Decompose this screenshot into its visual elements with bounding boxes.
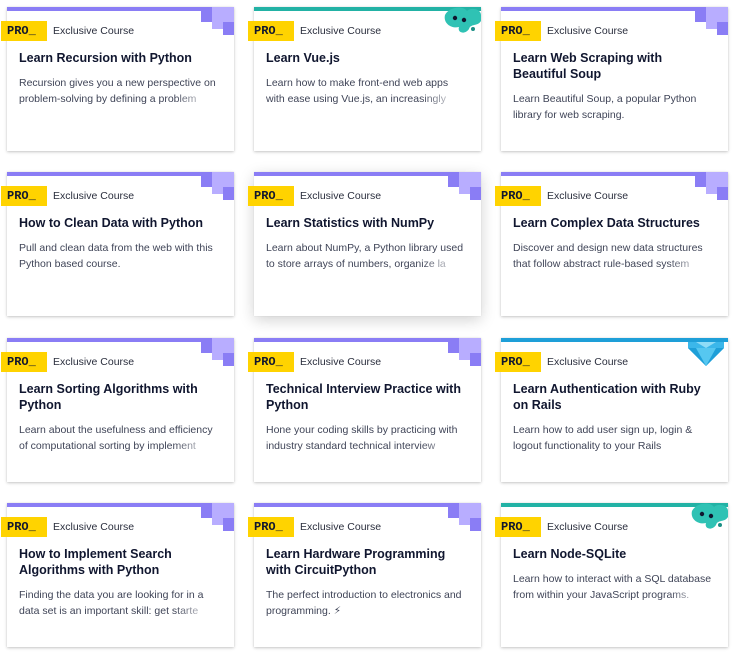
card-accent-bar bbox=[254, 338, 444, 342]
course-title[interactable]: How to Implement Search Algorithms with … bbox=[19, 546, 224, 578]
course-card[interactable]: PRO_ Exclusive Course Learn Statistics w… bbox=[248, 172, 481, 316]
course-card[interactable]: PRO_ Exclusive Course Learn Web Scraping… bbox=[495, 7, 728, 151]
card-accent-bar bbox=[254, 503, 444, 507]
exclusive-course-label: Exclusive Course bbox=[300, 190, 382, 202]
exclusive-course-label: Exclusive Course bbox=[547, 356, 629, 368]
course-card[interactable]: PRO_ Exclusive Course Learn Sorting Algo… bbox=[1, 338, 234, 482]
course-description: Hone your coding skills by practicing wi… bbox=[266, 422, 469, 454]
pro-badge: PRO_ bbox=[495, 517, 541, 537]
pixel-art-icon bbox=[190, 338, 234, 366]
pro-badge: PRO_ bbox=[495, 186, 541, 206]
pro-badge: PRO_ bbox=[248, 186, 294, 206]
course-card[interactable]: PRO_ Exclusive Course How to Clean Data … bbox=[1, 172, 234, 316]
course-title[interactable]: Learn Recursion with Python bbox=[19, 50, 224, 66]
exclusive-course-label: Exclusive Course bbox=[300, 25, 382, 37]
exclusive-course-label: Exclusive Course bbox=[547, 521, 629, 533]
pixel-art-icon bbox=[437, 172, 481, 200]
course-description: Learn how to interact with a SQL databas… bbox=[513, 571, 716, 603]
course-description: The perfect introduction to electronics … bbox=[266, 589, 462, 617]
course-card[interactable]: PRO_ Exclusive Course Technical Intervie… bbox=[248, 338, 481, 482]
course-description: Learn about NumPy, a Python library used… bbox=[266, 240, 469, 272]
course-title[interactable]: Learn Hardware Programming with CircuitP… bbox=[266, 546, 471, 578]
card-accent-bar bbox=[254, 172, 444, 176]
exclusive-course-label: Exclusive Course bbox=[53, 25, 135, 37]
card-accent-bar bbox=[7, 503, 197, 507]
pixel-art-icon bbox=[684, 172, 728, 200]
card-accent-bar bbox=[7, 7, 197, 11]
card-accent-bar bbox=[7, 172, 197, 176]
course-title[interactable]: Learn Complex Data Structures bbox=[513, 215, 718, 231]
course-title[interactable]: Learn Authentication with Ruby on Rails bbox=[513, 381, 718, 413]
pro-badge: PRO_ bbox=[248, 517, 294, 537]
course-description: Learn about the usefulness and efficienc… bbox=[19, 422, 222, 454]
card-accent-bar bbox=[501, 7, 691, 11]
course-description: Finding the data you are looking for in … bbox=[19, 587, 222, 619]
exclusive-course-label: Exclusive Course bbox=[547, 25, 629, 37]
exclusive-course-label: Exclusive Course bbox=[300, 356, 382, 368]
pixel-art-icon bbox=[684, 7, 728, 35]
pixel-art-icon bbox=[190, 503, 234, 531]
pixel-art-icon bbox=[437, 338, 481, 366]
pro-badge: PRO_ bbox=[248, 21, 294, 41]
course-title[interactable]: Learn Statistics with NumPy bbox=[266, 215, 471, 231]
course-description: Pull and clean data from the web with th… bbox=[19, 242, 213, 270]
pixel-art-icon bbox=[190, 172, 234, 200]
card-accent-bar bbox=[501, 338, 691, 342]
course-card[interactable]: PRO_ Exclusive Course Learn Vue.js Learn… bbox=[248, 7, 481, 151]
course-card[interactable]: PRO_ Exclusive Course Learn Complex Data… bbox=[495, 172, 728, 316]
course-description: Learn Beautiful Soup, a popular Python l… bbox=[513, 93, 697, 121]
vue-blob-icon bbox=[437, 7, 481, 33]
course-title[interactable]: How to Clean Data with Python bbox=[19, 215, 224, 231]
course-card[interactable]: PRO_ Exclusive Course Learn Authenticati… bbox=[495, 338, 728, 482]
exclusive-course-label: Exclusive Course bbox=[547, 190, 629, 202]
card-accent-bar bbox=[501, 172, 691, 176]
ruby-gem-icon bbox=[684, 338, 728, 366]
pixel-art-icon bbox=[190, 7, 234, 35]
course-description: Discover and design new data structures … bbox=[513, 240, 716, 272]
course-card[interactable]: PRO_ Exclusive Course Learn Node-SQLite … bbox=[495, 503, 728, 647]
pixel-art-icon bbox=[437, 503, 481, 531]
pro-badge: PRO_ bbox=[495, 352, 541, 372]
pro-badge: PRO_ bbox=[1, 352, 47, 372]
course-title[interactable]: Learn Node-SQLite bbox=[513, 546, 718, 562]
exclusive-course-label: Exclusive Course bbox=[53, 521, 135, 533]
exclusive-course-label: Exclusive Course bbox=[53, 190, 135, 202]
course-card[interactable]: PRO_ Exclusive Course Learn Hardware Pro… bbox=[248, 503, 481, 647]
card-accent-bar bbox=[501, 503, 691, 507]
card-accent-bar bbox=[7, 338, 197, 342]
exclusive-course-label: Exclusive Course bbox=[300, 521, 382, 533]
pro-badge: PRO_ bbox=[248, 352, 294, 372]
course-description: Learn how to add user sign up, login & l… bbox=[513, 424, 693, 452]
node-blob-icon bbox=[684, 503, 728, 529]
pro-badge: PRO_ bbox=[1, 21, 47, 41]
course-description: Recursion gives you a new perspective on… bbox=[19, 75, 222, 107]
course-title[interactable]: Learn Sorting Algorithms with Python bbox=[19, 381, 224, 413]
pro-badge: PRO_ bbox=[1, 517, 47, 537]
exclusive-course-label: Exclusive Course bbox=[53, 356, 135, 368]
pro-badge: PRO_ bbox=[495, 21, 541, 41]
card-accent-bar bbox=[254, 7, 444, 11]
course-description: Learn how to make front-end web apps wit… bbox=[266, 75, 469, 107]
course-title[interactable]: Learn Vue.js bbox=[266, 50, 471, 66]
course-card[interactable]: PRO_ Exclusive Course Learn Recursion wi… bbox=[1, 7, 234, 151]
course-title[interactable]: Learn Web Scraping with Beautiful Soup bbox=[513, 50, 718, 82]
course-card[interactable]: PRO_ Exclusive Course How to Implement S… bbox=[1, 503, 234, 647]
pro-badge: PRO_ bbox=[1, 186, 47, 206]
course-title[interactable]: Technical Interview Practice with Python bbox=[266, 381, 471, 413]
